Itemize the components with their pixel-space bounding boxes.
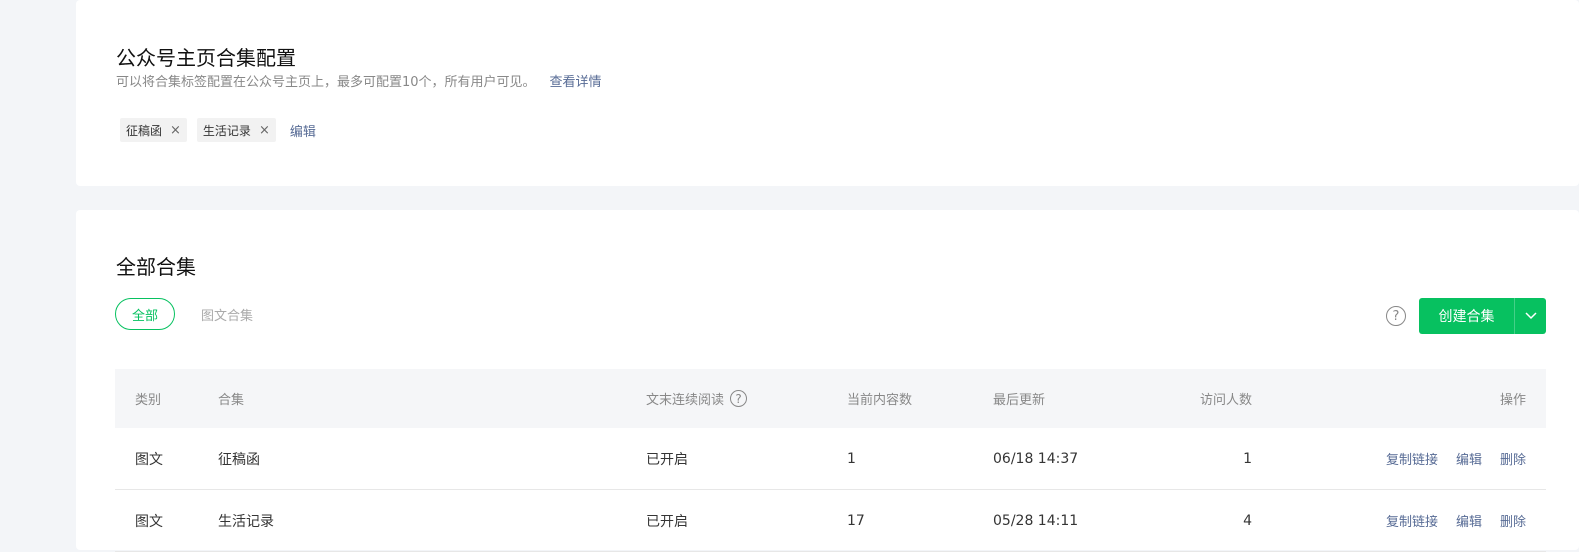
header-count: 当前内容数: [847, 393, 913, 408]
table-row: 图文 生活记录 已开启 17 05/28 14:11 4 复制链接 编辑 删除: [115, 490, 1546, 552]
row-visitors: 4: [1243, 512, 1252, 529]
collections-title: 全部合集: [116, 255, 196, 279]
config-description: 可以将合集标签配置在公众号主页上，最多可配置10个，所有用户可见。 查看详情: [116, 74, 602, 92]
edit-tags-link[interactable]: 编辑: [290, 121, 316, 140]
row-type: 图文: [135, 451, 163, 468]
header-ops: 操作: [1499, 393, 1526, 408]
create-collection-button[interactable]: 创建合集: [1419, 298, 1546, 334]
filter-tuwen-button[interactable]: 图文合集: [201, 305, 253, 324]
header-updated: 最后更新: [993, 393, 1046, 408]
tag-chip: 生活记录 ×: [196, 118, 276, 142]
edit-button[interactable]: 编辑: [1456, 449, 1482, 468]
row-type: 图文: [135, 513, 163, 530]
row-updated: 06/18 14:37: [993, 450, 1079, 467]
table-row: 图文 征稿函 已开启 1 06/18 14:37 1 复制链接 编辑 删除: [115, 428, 1546, 490]
delete-button[interactable]: 删除: [1500, 511, 1526, 530]
config-description-text: 可以将合集标签配置在公众号主页上，最多可配置10个，所有用户可见。: [116, 75, 536, 90]
copy-link-button[interactable]: 复制链接: [1386, 449, 1438, 468]
row-actions: 复制链接 编辑 删除: [1368, 490, 1526, 551]
table-header: 类别 合集 文末连续阅读 ? 当前内容数 最后更新 访问人数 操作: [115, 369, 1546, 428]
chevron-down-icon[interactable]: [1515, 312, 1546, 320]
create-collection-label: 创建合集: [1438, 309, 1495, 325]
collections-table: 类别 合集 文末连续阅读 ? 当前内容数 最后更新 访问人数 操作 图文 征稿函…: [115, 369, 1546, 552]
help-icon[interactable]: ?: [730, 390, 748, 407]
header-continuous-read-label: 文末连续阅读: [646, 393, 725, 408]
tag-label: 生活记录: [202, 123, 251, 138]
close-icon[interactable]: ×: [259, 123, 270, 138]
homepage-collection-config-card: 公众号主页合集配置 可以将合集标签配置在公众号主页上，最多可配置10个，所有用户…: [76, 0, 1579, 186]
tag-chip: 征稿函 ×: [120, 118, 187, 142]
row-count: 17: [847, 512, 865, 529]
tag-label: 征稿函: [126, 123, 163, 138]
filter-all-button[interactable]: 全部: [115, 298, 175, 330]
row-count: 1: [847, 450, 856, 467]
row-continuous-read: 已开启: [646, 451, 688, 468]
copy-link-button[interactable]: 复制链接: [1386, 511, 1438, 530]
header-name: 合集: [218, 393, 245, 408]
homepage-tag-list: 征稿函 × 生活记录 × 编辑: [120, 118, 316, 142]
row-visitors: 1: [1243, 450, 1252, 467]
row-actions: 复制链接 编辑 删除: [1368, 428, 1526, 489]
edit-button[interactable]: 编辑: [1456, 511, 1482, 530]
row-updated: 05/28 14:11: [993, 512, 1079, 529]
config-title: 公众号主页合集配置: [116, 46, 296, 70]
header-type: 类别: [135, 393, 162, 408]
all-collections-card: 全部合集 全部 图文合集 ? 创建合集 类别 合集 文末连续阅读 ? 当前内容数…: [76, 210, 1579, 552]
close-icon[interactable]: ×: [170, 123, 181, 138]
view-details-link[interactable]: 查看详情: [550, 75, 602, 90]
header-continuous-read: 文末连续阅读 ?: [646, 369, 748, 428]
header-visitors: 访问人数: [1199, 393, 1252, 408]
row-name: 生活记录: [218, 513, 274, 530]
help-icon[interactable]: ?: [1386, 306, 1406, 326]
row-continuous-read: 已开启: [646, 513, 688, 530]
row-name: 征稿函: [218, 451, 260, 468]
delete-button[interactable]: 删除: [1500, 449, 1526, 468]
